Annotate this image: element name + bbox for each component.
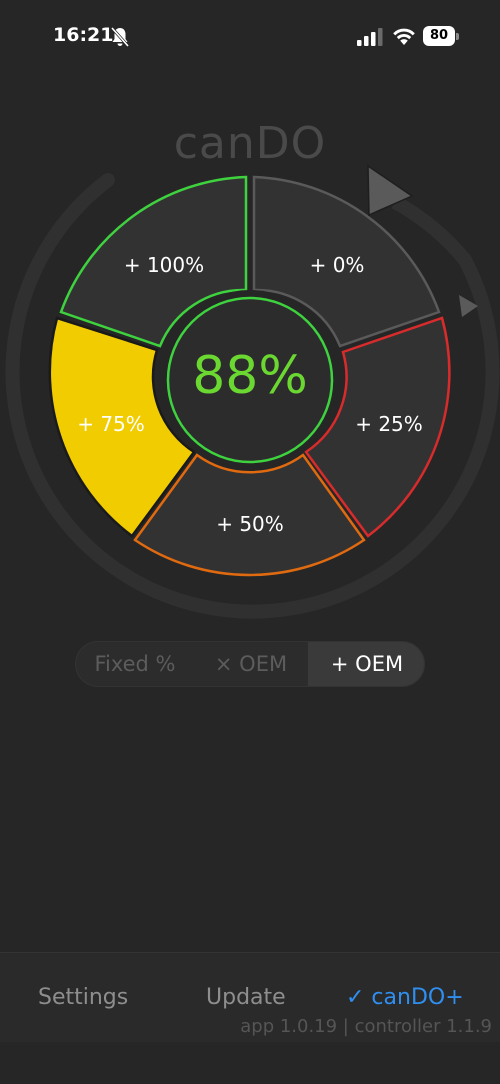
update-button[interactable]: Update [206,983,286,1013]
cando-plus-button[interactable]: ✓ canDO+ [346,983,464,1013]
screen: 16:21 80 canDO + 100% + 0% + 75% + 25% +… [0,0,500,1084]
bottom-bar: Settings Update ✓ canDO+ app 1.0.19 | co… [0,952,500,1042]
center-value: 88% [192,346,308,406]
settings-button[interactable]: Settings [38,983,128,1013]
mode-segmented-control: Fixed % × OEM + OEM [75,641,425,687]
mode-option-plus-oem[interactable]: + OEM [308,642,424,686]
segment-label-plus-75: + 75% [77,412,145,436]
segment-label-plus-0: + 0% [309,253,365,277]
version-text: app 1.0.19 | controller 1.1.9 [240,1016,492,1037]
segment-label-plus-100: + 100% [123,253,205,277]
home-indicator-area [0,1042,500,1084]
mode-option-times-oem[interactable]: × OEM [194,642,308,686]
segment-label-plus-50: + 50% [216,512,284,536]
mode-option-fixed-percent[interactable]: Fixed % [76,642,194,686]
segment-label-plus-25: + 25% [355,412,423,436]
